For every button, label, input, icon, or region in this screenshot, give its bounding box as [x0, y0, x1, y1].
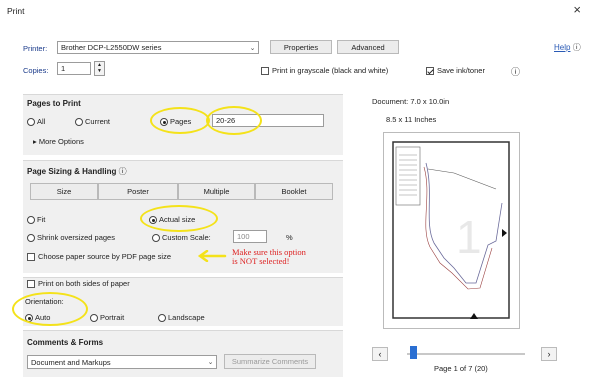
comments-select[interactable]: Document and Markups ⌄	[27, 355, 217, 369]
more-options-toggle[interactable]: ▸ More Options	[33, 137, 84, 146]
multiple-button[interactable]: Multiple	[178, 183, 255, 200]
window-title: Print	[7, 6, 25, 16]
page-preview: 1	[383, 132, 520, 329]
advanced-button[interactable]: Advanced	[337, 40, 399, 54]
all-radio[interactable]	[27, 118, 35, 127]
help-link[interactable]: Help	[554, 43, 570, 52]
save-ink-label: Save ink/toner	[437, 66, 485, 75]
chevron-down-icon: ⌄	[207, 359, 214, 366]
all-label: All	[37, 117, 46, 126]
help-area: Help ⓘ	[554, 42, 581, 53]
both-sides-label: Print on both sides of paper	[38, 279, 130, 288]
info-icon[interactable]: ⓘ	[119, 167, 127, 176]
landscape-label: Landscape	[168, 313, 205, 322]
note-line-2: is NOT selected!	[232, 256, 290, 266]
annotation-note: Make sure this option is NOT selected!	[232, 248, 306, 266]
copies-input[interactable]: 1	[57, 62, 91, 75]
poster-button[interactable]: Poster	[98, 183, 178, 200]
page-slider-track[interactable]	[407, 353, 525, 355]
properties-button[interactable]: Properties	[270, 40, 332, 54]
fit-radio[interactable]	[27, 216, 35, 225]
choose-source-label: Choose paper source by PDF page size	[38, 252, 171, 261]
arrow-left-icon	[197, 250, 227, 262]
comments-select-value: Document and Markups	[31, 357, 111, 367]
current-option[interactable]: Current	[75, 117, 111, 127]
shrink-label: Shrink oversized pages	[37, 233, 115, 242]
document-size: Document: 7.0 x 10.0in	[372, 97, 450, 106]
choose-source-option[interactable]: Choose paper source by PDF page size	[27, 252, 171, 262]
current-radio[interactable]	[75, 118, 83, 127]
portrait-radio[interactable]	[90, 314, 98, 323]
grayscale-option[interactable]: Print in grayscale (black and white)	[261, 66, 389, 76]
next-page-button[interactable]: ›	[541, 347, 557, 361]
fit-option[interactable]: Fit	[27, 215, 46, 225]
paper-size: 8.5 x 11 Inches	[386, 115, 437, 124]
summarize-comments-button[interactable]: Summarize Comments	[224, 354, 316, 369]
copies-stepper[interactable]: ▲ ▼	[94, 61, 105, 76]
portrait-label: Portrait	[100, 313, 125, 322]
shrink-radio[interactable]	[27, 234, 35, 243]
sizing-title-wrap: Page Sizing & Handling ⓘ	[27, 166, 127, 177]
shrink-option[interactable]: Shrink oversized pages	[27, 233, 115, 243]
custom-scale-radio[interactable]	[152, 234, 160, 243]
prev-page-button[interactable]: ‹	[372, 347, 388, 361]
copies-label: Copies:	[23, 66, 49, 75]
save-ink-checkbox[interactable]	[426, 67, 434, 76]
both-sides-option[interactable]: Print on both sides of paper	[27, 279, 130, 289]
chevron-down-icon: ⌄	[249, 44, 256, 52]
all-option[interactable]: All	[27, 117, 46, 127]
highlight-circle	[150, 107, 210, 134]
fit-label: Fit	[37, 215, 46, 224]
current-label: Current	[85, 117, 111, 126]
printer-select[interactable]: Brother DCP-L2550DW series ⌄	[57, 41, 259, 54]
highlight-circle	[12, 292, 88, 326]
percent-label: %	[286, 233, 293, 242]
scale-input[interactable]: 100	[233, 230, 267, 243]
size-button[interactable]: Size	[30, 183, 98, 200]
printer-label: Printer:	[23, 44, 48, 53]
info-icon[interactable]: ⓘ	[511, 65, 520, 78]
help-icon: ⓘ	[572, 43, 581, 52]
page-slider-thumb[interactable]	[409, 346, 417, 359]
highlight-circle	[206, 106, 262, 135]
printer-select-value: Brother DCP-L2550DW series	[61, 43, 162, 52]
sizing-title: Page Sizing & Handling	[27, 167, 117, 176]
grayscale-label: Print in grayscale (black and white)	[272, 66, 389, 75]
save-ink-option[interactable]: Save ink/toner	[426, 66, 485, 76]
landscape-radio[interactable]	[158, 314, 166, 323]
custom-scale-label: Custom Scale:	[162, 233, 211, 242]
pages-title: Pages to Print	[27, 99, 81, 108]
svg-text:1: 1	[456, 211, 482, 263]
grayscale-checkbox[interactable]	[261, 67, 269, 76]
highlight-circle	[140, 205, 218, 232]
custom-scale-option[interactable]: Custom Scale:	[152, 233, 211, 243]
portrait-option[interactable]: Portrait	[90, 313, 125, 323]
booklet-button[interactable]: Booklet	[255, 183, 333, 200]
page-info: Page 1 of 7 (20)	[434, 364, 488, 373]
close-icon[interactable]: ×	[573, 3, 581, 16]
preview-thumbnail: 1	[392, 141, 510, 319]
both-sides-checkbox[interactable]	[27, 280, 35, 289]
landscape-option[interactable]: Landscape	[158, 313, 205, 323]
comments-title: Comments & Forms	[27, 338, 104, 347]
choose-source-checkbox[interactable]	[27, 253, 35, 262]
